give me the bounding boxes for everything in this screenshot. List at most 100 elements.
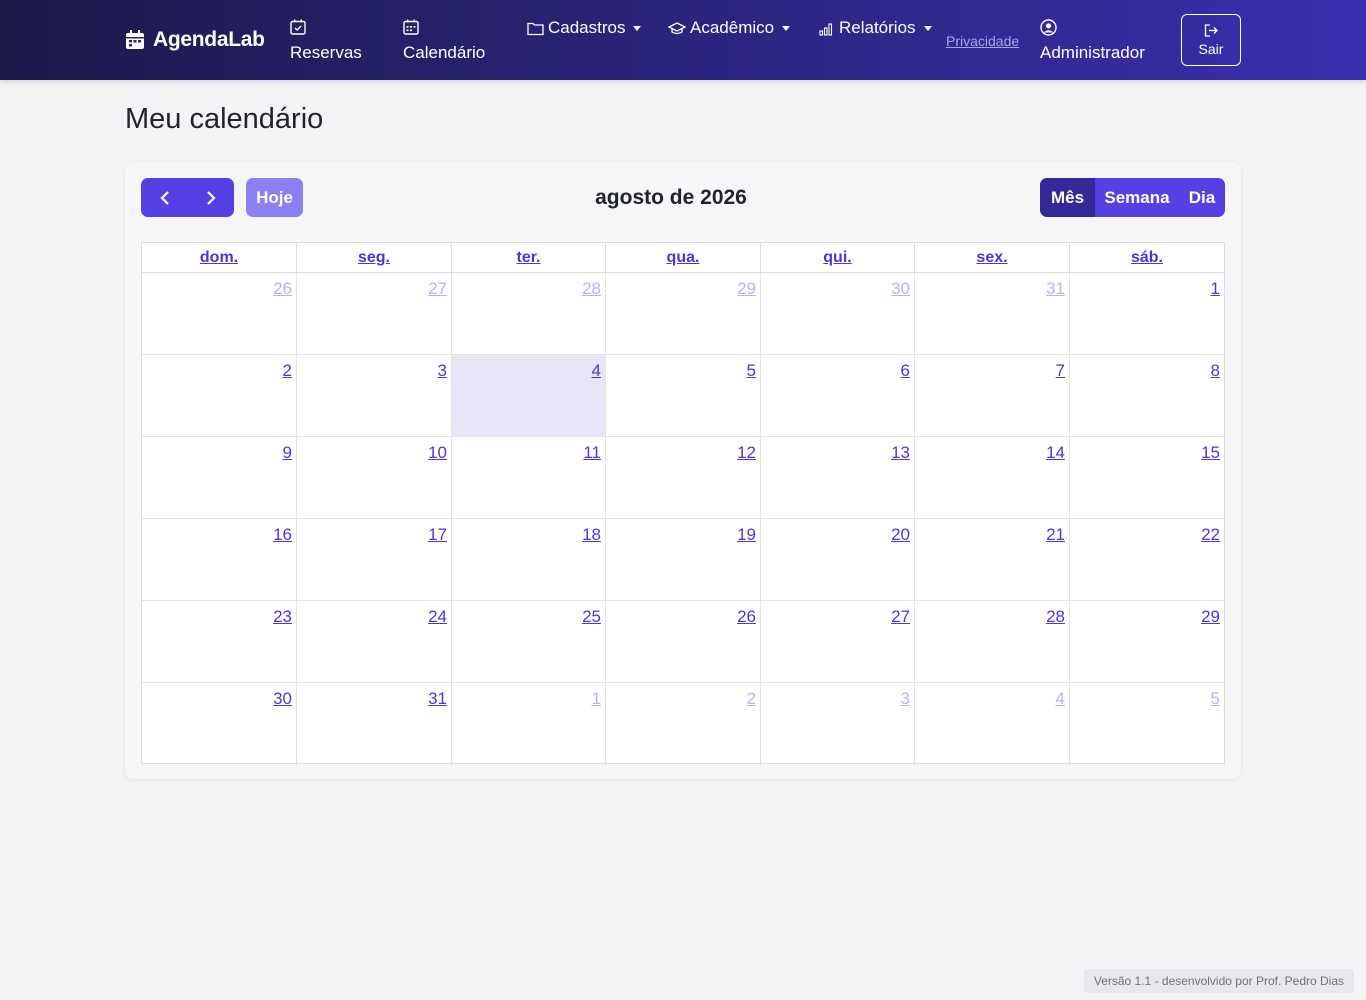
day-cell[interactable]: 4 xyxy=(915,683,1070,765)
view-month-button[interactable]: Mês xyxy=(1040,178,1095,217)
day-cell[interactable]: 31 xyxy=(297,683,452,765)
day-number-link[interactable]: 12 xyxy=(737,443,756,463)
day-cell[interactable]: 20 xyxy=(761,519,915,601)
day-cell[interactable]: 28 xyxy=(915,601,1070,683)
day-number-link[interactable]: 1 xyxy=(1211,279,1220,299)
day-cell[interactable]: 1 xyxy=(452,683,606,765)
day-cell[interactable]: 8 xyxy=(1070,355,1224,437)
day-number-link[interactable]: 4 xyxy=(592,361,601,381)
nav-relatorios-dropdown[interactable]: Relatórios xyxy=(819,18,932,38)
day-cell[interactable]: 3 xyxy=(761,683,915,765)
day-number-link[interactable]: 3 xyxy=(438,361,447,381)
day-number-link[interactable]: 26 xyxy=(273,279,292,299)
weekday-header[interactable]: seg. xyxy=(297,243,452,273)
day-cell[interactable]: 27 xyxy=(761,601,915,683)
day-number-link[interactable]: 29 xyxy=(1201,607,1220,627)
today-button[interactable]: Hoje xyxy=(246,178,303,217)
day-cell[interactable]: 6 xyxy=(761,355,915,437)
nav-cadastros-dropdown[interactable]: Cadastros xyxy=(527,18,642,38)
day-number-link[interactable]: 27 xyxy=(891,607,910,627)
day-number-link[interactable]: 27 xyxy=(428,279,447,299)
weekday-header[interactable]: sáb. xyxy=(1070,243,1224,273)
day-number-link[interactable]: 29 xyxy=(737,279,756,299)
weekday-header[interactable]: dom. xyxy=(142,243,297,273)
day-number-link[interactable]: 14 xyxy=(1046,443,1065,463)
day-number-link[interactable]: 6 xyxy=(901,361,910,381)
day-number-link[interactable]: 1 xyxy=(592,689,601,709)
day-cell[interactable]: 5 xyxy=(606,355,761,437)
nav-user-menu[interactable]: Administrador xyxy=(1040,19,1145,63)
day-number-link[interactable]: 16 xyxy=(273,525,292,545)
day-number-link[interactable]: 4 xyxy=(1056,689,1065,709)
day-cell[interactable]: 21 xyxy=(915,519,1070,601)
day-cell[interactable]: 31 xyxy=(915,273,1070,355)
day-cell-today[interactable]: 4 xyxy=(452,355,606,437)
day-number-link[interactable]: 13 xyxy=(891,443,910,463)
day-number-link[interactable]: 31 xyxy=(428,689,447,709)
weekday-header[interactable]: qui. xyxy=(761,243,915,273)
day-cell[interactable]: 15 xyxy=(1070,437,1224,519)
day-cell[interactable]: 26 xyxy=(142,273,297,355)
nav-academico-dropdown[interactable]: Acadêmico xyxy=(668,18,791,38)
day-number-link[interactable]: 5 xyxy=(1211,689,1220,709)
day-cell[interactable]: 30 xyxy=(142,683,297,765)
day-cell[interactable]: 5 xyxy=(1070,683,1224,765)
day-cell[interactable]: 10 xyxy=(297,437,452,519)
day-cell[interactable]: 26 xyxy=(606,601,761,683)
logout-button[interactable]: Sair xyxy=(1181,14,1241,66)
view-day-button[interactable]: Dia xyxy=(1179,178,1225,217)
day-cell[interactable]: 11 xyxy=(452,437,606,519)
day-number-link[interactable]: 17 xyxy=(428,525,447,545)
day-cell[interactable]: 2 xyxy=(142,355,297,437)
day-number-link[interactable]: 28 xyxy=(582,279,601,299)
day-cell[interactable]: 23 xyxy=(142,601,297,683)
day-number-link[interactable]: 2 xyxy=(283,361,292,381)
day-number-link[interactable]: 26 xyxy=(737,607,756,627)
day-number-link[interactable]: 5 xyxy=(747,361,756,381)
nav-calendario[interactable]: Calendário xyxy=(403,19,485,63)
day-number-link[interactable]: 18 xyxy=(582,525,601,545)
day-cell[interactable]: 24 xyxy=(297,601,452,683)
day-number-link[interactable]: 19 xyxy=(737,525,756,545)
day-number-link[interactable]: 24 xyxy=(428,607,447,627)
day-number-link[interactable]: 7 xyxy=(1056,361,1065,381)
view-week-button[interactable]: Semana xyxy=(1095,178,1179,217)
day-cell[interactable]: 12 xyxy=(606,437,761,519)
day-number-link[interactable]: 25 xyxy=(582,607,601,627)
day-cell[interactable]: 14 xyxy=(915,437,1070,519)
weekday-header[interactable]: qua. xyxy=(606,243,761,273)
nav-reservas[interactable]: Reservas xyxy=(290,19,362,63)
privacy-link[interactable]: Privacidade xyxy=(946,33,1019,49)
day-cell[interactable]: 2 xyxy=(606,683,761,765)
day-number-link[interactable]: 2 xyxy=(747,689,756,709)
day-cell[interactable]: 1 xyxy=(1070,273,1224,355)
day-cell[interactable]: 28 xyxy=(452,273,606,355)
brand-link[interactable]: AgendaLab xyxy=(125,28,265,52)
day-cell[interactable]: 18 xyxy=(452,519,606,601)
weekday-header[interactable]: sex. xyxy=(915,243,1070,273)
day-cell[interactable]: 27 xyxy=(297,273,452,355)
day-cell[interactable]: 30 xyxy=(761,273,915,355)
day-cell[interactable]: 13 xyxy=(761,437,915,519)
day-number-link[interactable]: 20 xyxy=(891,525,910,545)
day-number-link[interactable]: 31 xyxy=(1046,279,1065,299)
day-number-link[interactable]: 21 xyxy=(1046,525,1065,545)
day-cell[interactable]: 29 xyxy=(1070,601,1224,683)
day-cell[interactable]: 7 xyxy=(915,355,1070,437)
day-cell[interactable]: 16 xyxy=(142,519,297,601)
day-number-link[interactable]: 8 xyxy=(1211,361,1220,381)
day-number-link[interactable]: 30 xyxy=(891,279,910,299)
day-number-link[interactable]: 11 xyxy=(583,443,601,463)
day-cell[interactable]: 9 xyxy=(142,437,297,519)
day-number-link[interactable]: 15 xyxy=(1201,443,1220,463)
day-number-link[interactable]: 10 xyxy=(428,443,447,463)
day-number-link[interactable]: 23 xyxy=(273,607,292,627)
day-cell[interactable]: 3 xyxy=(297,355,452,437)
day-number-link[interactable]: 9 xyxy=(283,443,292,463)
weekday-header[interactable]: ter. xyxy=(452,243,606,273)
prev-month-button[interactable] xyxy=(141,178,188,217)
day-number-link[interactable]: 30 xyxy=(273,689,292,709)
day-cell[interactable]: 22 xyxy=(1070,519,1224,601)
day-number-link[interactable]: 28 xyxy=(1046,607,1065,627)
day-cell[interactable]: 29 xyxy=(606,273,761,355)
